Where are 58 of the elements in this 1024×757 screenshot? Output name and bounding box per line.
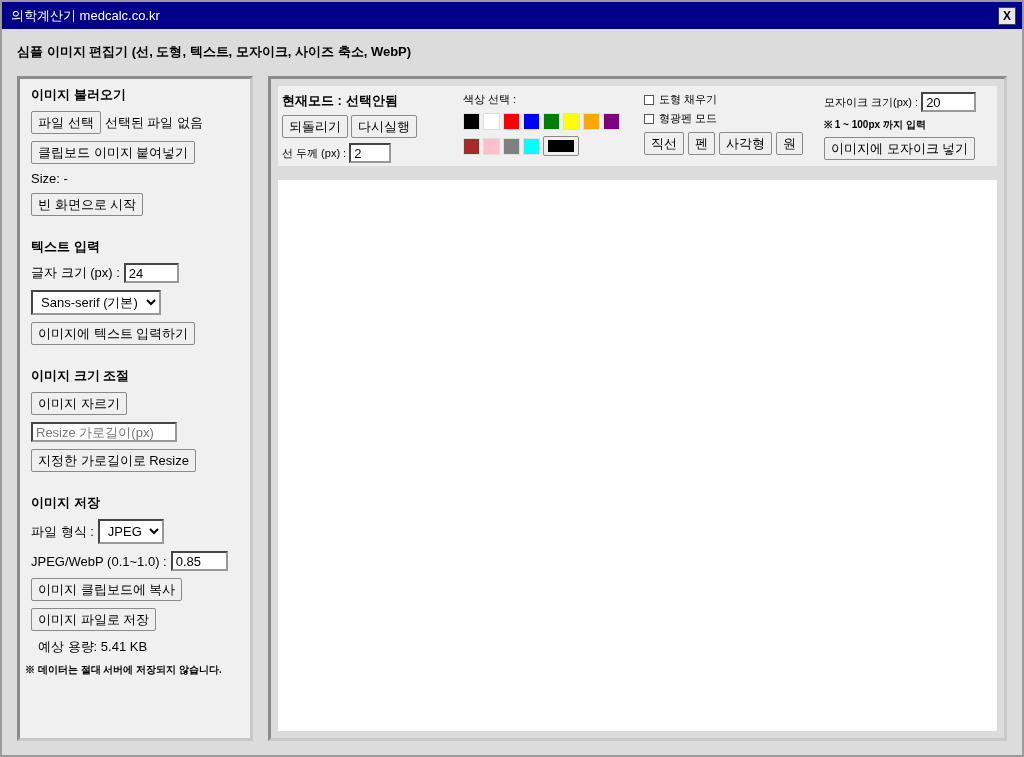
- width-field[interactable]: Resize 가로길이(px): [31, 422, 177, 442]
- color-swatch[interactable]: [563, 113, 580, 130]
- color-swatch[interactable]: [583, 113, 600, 130]
- shape-tool-button[interactable]: 직선: [644, 132, 684, 155]
- copy-button[interactable]: 이미지 클립보드에 복사: [31, 578, 183, 601]
- insert-text-button[interactable]: 이미지에 텍스트 입력하기: [31, 322, 196, 345]
- color-swatch[interactable]: [523, 137, 540, 155]
- shape-tool-button[interactable]: 사각형: [719, 132, 772, 155]
- checkbox-label: 형광펜 모드: [659, 111, 718, 126]
- section-title: 이미지 저장: [31, 494, 100, 512]
- color-swatch[interactable]: [463, 137, 480, 155]
- blank-start-button[interactable]: 빈 화면으로 시작: [31, 193, 144, 216]
- mosaic-button[interactable]: 이미지에 모자이크 넣기: [824, 137, 976, 160]
- resize-button[interactable]: 지정한 가로길이로 Resize: [31, 449, 196, 472]
- format-label: 파일 형식 :: [31, 522, 94, 541]
- color-swatch[interactable]: [483, 137, 500, 155]
- shape-tool-button[interactable]: 원: [776, 132, 803, 155]
- color-swatch[interactable]: [503, 137, 520, 155]
- quality-label: JPEG/WebP (0.1~1.0) :: [31, 553, 167, 569]
- redo-button[interactable]: 다시실행: [351, 115, 417, 138]
- undo-button[interactable]: 되돌리기: [282, 115, 348, 138]
- font-dropdown[interactable]: Sans-serif (기본): [31, 290, 161, 315]
- color-picker[interactable]: [543, 136, 579, 156]
- mosaic-hint: ※ 1 ~ 100px 까지 입력: [824, 118, 926, 132]
- font-size-field[interactable]: 24: [123, 263, 179, 283]
- window-title: 의학계산기 medcalc.co.kr: [11, 6, 160, 25]
- save-button[interactable]: 이미지 파일로 저장: [31, 608, 157, 631]
- section-title: 이미지 불러오기: [31, 86, 126, 104]
- shape-tool-button[interactable]: 펜: [688, 132, 715, 155]
- checkbox[interactable]: [644, 113, 654, 124]
- color-label: 색상 선택 :: [463, 92, 517, 107]
- format-dropdown[interactable]: JPEG: [97, 519, 164, 544]
- font-size-label: 글자 크기 (px) :: [31, 264, 120, 282]
- checkbox[interactable]: [644, 94, 654, 105]
- file-select-button[interactable]: 파일 선택: [31, 111, 101, 134]
- color-swatch[interactable]: [523, 113, 540, 130]
- color-swatch[interactable]: [543, 113, 560, 130]
- color-swatch[interactable]: [463, 113, 480, 130]
- crop-button[interactable]: 이미지 자르기: [31, 392, 127, 415]
- file-status: 선택된 파일 없음: [104, 113, 203, 132]
- quality-field[interactable]: 0.85: [170, 551, 228, 571]
- color-swatch[interactable]: [503, 113, 520, 130]
- paste-button[interactable]: 클립보드 이미지 붙여넣기: [31, 141, 196, 164]
- section-title: 이미지 크기 조절: [31, 367, 130, 385]
- section-title: 텍스트 입력: [31, 238, 100, 256]
- notice-text: ※ 데이터는 절대 서버에 저장되지 않습니다.: [25, 663, 222, 677]
- color-swatch[interactable]: [603, 113, 620, 130]
- page-heading: 심플 이미지 편집기 (선, 도형, 텍스트, 모자이크, 사이즈 축소, WebP): [17, 43, 413, 61]
- size-label: Size: -: [31, 171, 68, 186]
- estimated-size: 예상 용량: 5.41 KB: [37, 638, 148, 656]
- line-width-label: 선 두께 (px) :: [282, 145, 347, 161]
- checkbox-label: 도형 채우기: [659, 92, 718, 107]
- mosaic-size-field[interactable]: 20: [921, 92, 977, 112]
- color-swatch[interactable]: [483, 113, 500, 130]
- mosaic-size-label: 모자이크 크기(px) :: [824, 94, 919, 110]
- close-button[interactable]: X: [998, 6, 1016, 25]
- line-width-field[interactable]: 2: [349, 143, 392, 163]
- mode-label: 현재모드 : 선택안됨: [282, 92, 398, 110]
